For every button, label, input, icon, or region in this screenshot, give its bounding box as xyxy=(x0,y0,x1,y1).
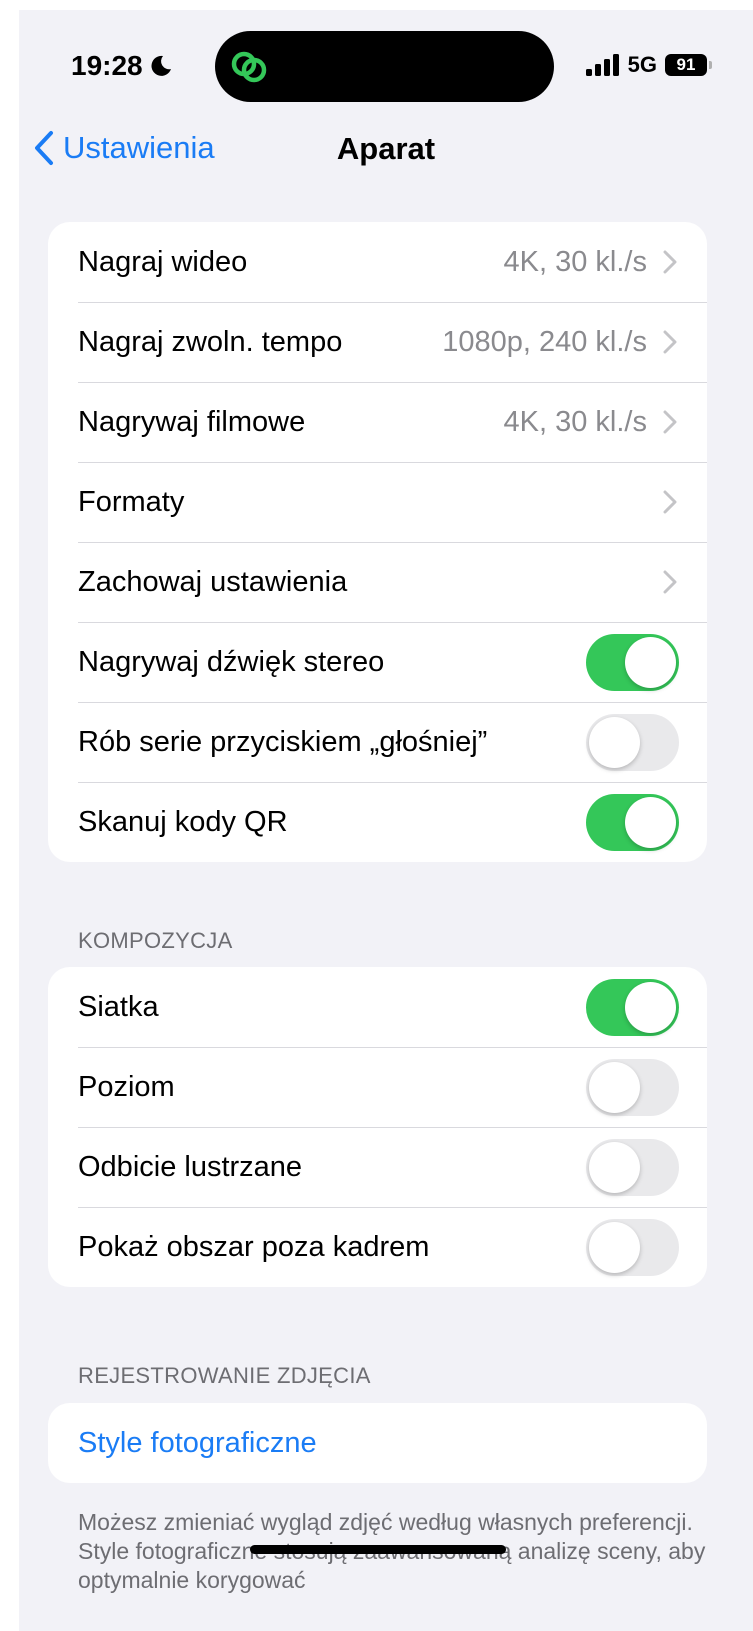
setting-row-preserve-settings[interactable]: Zachowaj ustawienia xyxy=(48,542,707,622)
setting-row-record-slomo[interactable]: Nagraj zwoln. tempo 1080p, 240 kl./s xyxy=(48,302,707,382)
toggle-knob xyxy=(589,1061,640,1113)
toggle-knob xyxy=(625,796,676,848)
setting-row-grid: Siatka xyxy=(48,967,707,1047)
scan-qr-toggle[interactable] xyxy=(586,793,679,851)
setting-row-photographic-styles[interactable]: Style fotograficzne xyxy=(48,1403,707,1483)
moon-icon xyxy=(151,55,171,76)
setting-label: Zachowaj ustawienia xyxy=(78,565,348,598)
setting-row-mirror: Odbicie lustrzane xyxy=(48,1127,707,1207)
setting-row-volume-burst: Rób serie przyciskiem „głośniej” xyxy=(48,702,707,782)
dynamic-island[interactable] xyxy=(215,31,554,102)
setting-label: Poziom xyxy=(78,1070,175,1103)
cellular-signal-icon xyxy=(585,54,619,76)
chevron-right-icon xyxy=(663,410,677,434)
setting-row-scan-qr: Skanuj kody QR xyxy=(48,782,707,862)
setting-row-record-cinematic[interactable]: Nagrywaj filmowe 4K, 30 kl./s xyxy=(48,382,707,462)
setting-label: Nagraj zwoln. tempo xyxy=(78,325,343,358)
setting-label: Skanuj kody QR xyxy=(78,805,288,838)
chevron-right-icon xyxy=(663,490,677,514)
setting-label: Siatka xyxy=(78,990,159,1023)
photographic-styles-link[interactable]: Style fotograficzne xyxy=(78,1427,317,1460)
status-time-text: 19:28 xyxy=(71,50,143,81)
composition-group: Siatka Poziom Odbicie lustrzane Pokaż ob… xyxy=(48,967,707,1287)
setting-value: 4K, 30 kl./s xyxy=(503,405,647,438)
setting-label: Pokaż obszar poza kadrem xyxy=(78,1230,430,1263)
view-outside-frame-toggle[interactable] xyxy=(586,1218,679,1276)
toggle-knob xyxy=(589,1221,640,1273)
back-button[interactable]: Ustawienia xyxy=(33,130,215,166)
level-toggle[interactable] xyxy=(586,1058,679,1116)
volume-burst-toggle[interactable] xyxy=(586,713,679,771)
setting-label: Rób serie przyciskiem „głośniej” xyxy=(78,725,488,758)
toggle-knob xyxy=(589,1141,640,1193)
setting-label: Nagraj wideo xyxy=(78,245,248,278)
setting-row-level: Poziom xyxy=(48,1047,707,1127)
grid-toggle[interactable] xyxy=(586,978,679,1036)
home-indicator[interactable] xyxy=(250,1545,506,1554)
setting-label: Nagrywaj dźwięk stereo xyxy=(78,645,385,678)
chevron-right-icon xyxy=(663,250,677,274)
toggle-knob xyxy=(589,716,640,768)
setting-row-stereo-audio: Nagrywaj dźwięk stereo xyxy=(48,622,707,702)
setting-label: Formaty xyxy=(78,485,185,518)
section-header-photo-capture: REJESTROWANIE ZDJĘCIA xyxy=(78,1363,371,1388)
setting-row-view-outside-frame: Pokaż obszar poza kadrem xyxy=(48,1207,707,1287)
back-button-label: Ustawienia xyxy=(63,130,215,165)
linked-rings-icon xyxy=(231,51,267,83)
toggle-knob xyxy=(625,636,676,688)
mirror-toggle[interactable] xyxy=(586,1138,679,1196)
status-time: 19:28 xyxy=(71,50,173,82)
battery-level: 91 xyxy=(676,55,696,74)
setting-row-record-video[interactable]: Nagraj wideo 4K, 30 kl./s xyxy=(48,222,707,302)
setting-label: Nagrywaj filmowe xyxy=(78,405,306,438)
toggle-knob xyxy=(625,981,676,1033)
battery-icon: 91 xyxy=(665,54,712,76)
setting-label: Odbicie lustrzane xyxy=(78,1150,303,1183)
settings-screen: 19:28 5G 91 Ustawienia Aparat Nagraj wid… xyxy=(19,10,753,1631)
setting-value: 1080p, 240 kl./s xyxy=(442,325,647,358)
chevron-right-icon xyxy=(663,330,677,354)
status-indicators: 5G 91 xyxy=(585,52,712,78)
chevron-left-icon xyxy=(35,131,53,165)
network-type: 5G xyxy=(627,52,657,77)
video-settings-group: Nagraj wideo 4K, 30 kl./s Nagraj zwoln. … xyxy=(48,222,707,862)
photo-capture-group: Style fotograficzne xyxy=(48,1403,707,1483)
setting-value: 4K, 30 kl./s xyxy=(503,245,647,278)
chevron-right-icon xyxy=(663,570,677,594)
section-header-composition: KOMPOZYCJA xyxy=(78,928,233,953)
stereo-audio-toggle[interactable] xyxy=(586,633,679,691)
setting-row-formats[interactable]: Formaty xyxy=(48,462,707,542)
